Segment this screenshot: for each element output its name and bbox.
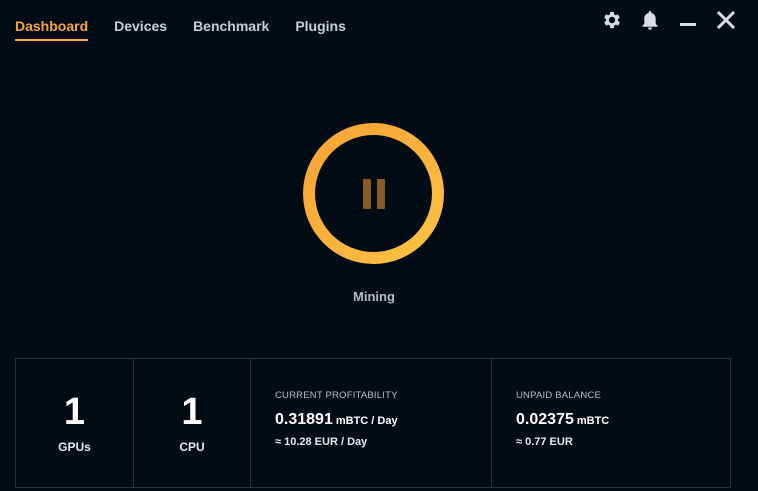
cpu-label: CPU: [179, 440, 205, 454]
profitability-unit: mBTC / Day: [335, 415, 398, 427]
balance-card: UNPAID BALANCE 0.02375 mBTC ≈ 0.77 EUR: [492, 359, 730, 487]
gpu-label: GPUs: [58, 440, 91, 454]
tab-benchmark[interactable]: Benchmark: [193, 17, 269, 41]
mining-status-label: Mining: [353, 289, 395, 304]
balance-value: 0.02375: [516, 411, 574, 428]
profitability-fiat: ≈ 10.28 EUR / Day: [275, 436, 368, 448]
tab-plugins[interactable]: Plugins: [295, 17, 346, 41]
tab-dashboard[interactable]: Dashboard: [15, 17, 89, 41]
mining-button-inner: [315, 135, 432, 252]
mining-toggle-button[interactable]: [303, 123, 444, 264]
window-controls: [600, 8, 738, 32]
tab-devices[interactable]: Devices: [114, 17, 167, 41]
balance-unit: mBTC: [576, 415, 610, 427]
balance-value-row: 0.02375 mBTC: [516, 410, 730, 431]
balance-title: UNPAID BALANCE: [516, 390, 601, 401]
main-nav: Dashboard Devices Benchmark Plugins: [15, 17, 372, 41]
bell-icon[interactable]: [638, 8, 662, 32]
stats-panel: 1 GPUs 1 CPU CURRENT PROFITABILITY 0.318…: [15, 358, 731, 488]
minimize-icon[interactable]: [676, 8, 700, 32]
gpu-count: 1: [63, 391, 86, 433]
cpu-count: 1: [181, 391, 203, 433]
profitability-value: 0.31891: [275, 411, 333, 428]
profitability-value-row: 0.31891 mBTC / Day: [275, 410, 491, 431]
profitability-card: CURRENT PROFITABILITY 0.31891 mBTC / Day …: [251, 359, 492, 487]
app-window: Dashboard Devices Benchmark Plugins Mini…: [0, 0, 758, 491]
gear-icon[interactable]: [600, 8, 624, 32]
close-icon[interactable]: [714, 8, 738, 32]
balance-fiat: ≈ 0.77 EUR: [516, 436, 573, 448]
gpu-count-card: 1 GPUs: [16, 359, 134, 487]
cpu-count-card: 1 CPU: [134, 359, 251, 487]
pause-icon: [360, 178, 388, 209]
profitability-title: CURRENT PROFITABILITY: [275, 390, 398, 401]
